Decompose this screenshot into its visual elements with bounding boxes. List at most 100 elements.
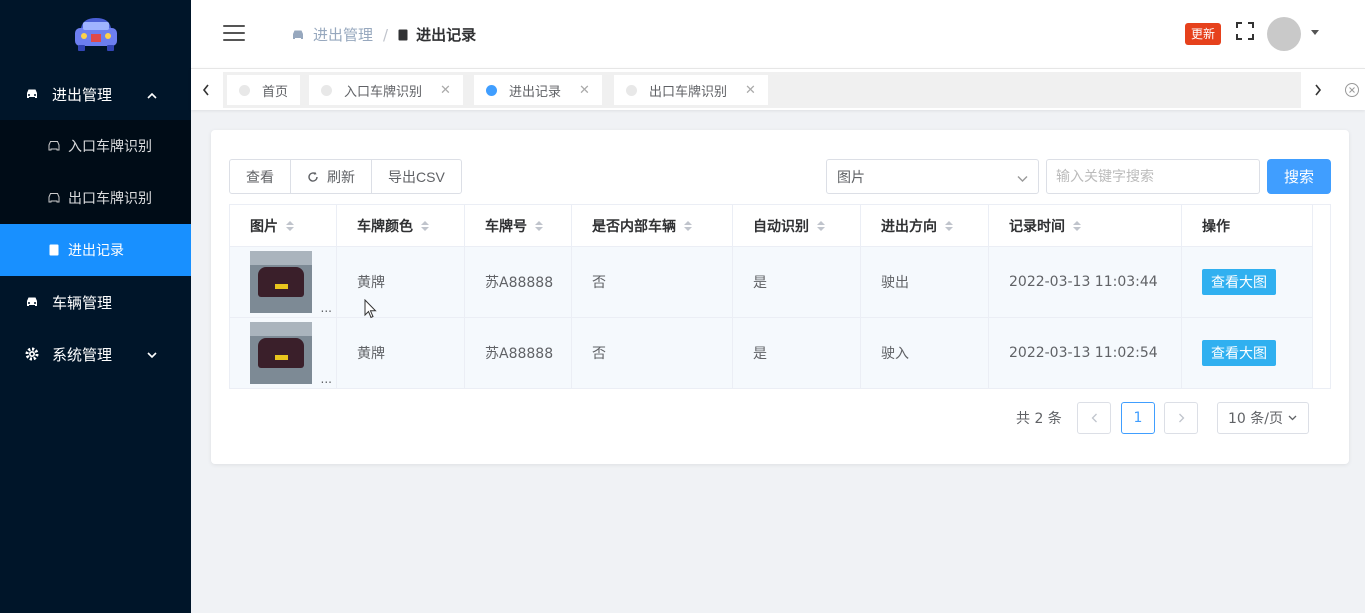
car-icon bbox=[46, 192, 62, 204]
close-icon[interactable]: ✕ bbox=[579, 83, 590, 98]
button-label: 查看 bbox=[246, 168, 274, 185]
breadcrumb-item-entry-exit-management[interactable]: 进出管理 bbox=[291, 24, 373, 45]
thumbnail-ellipsis: ... bbox=[320, 372, 332, 386]
sidebar-item-label: 车辆管理 bbox=[52, 293, 113, 312]
cell-auto-recognized: 是 bbox=[733, 318, 861, 388]
chevron-up-icon bbox=[147, 85, 157, 103]
close-icon[interactable]: ✕ bbox=[745, 83, 756, 98]
tag-dot bbox=[239, 84, 250, 96]
logo bbox=[0, 0, 191, 68]
tag-entry-plate-recognition[interactable]: 入口车牌识别 ✕ bbox=[309, 75, 463, 105]
scroll-right-icon[interactable] bbox=[1303, 69, 1333, 111]
column-header-actions: 操作 bbox=[1182, 205, 1313, 246]
submenu-entry-exit: 入口车牌识别 出口车牌识别 进出记录 bbox=[0, 120, 191, 276]
close-all-tags-icon[interactable] bbox=[1337, 69, 1365, 111]
select-value: 图片 bbox=[837, 169, 865, 186]
view-large-image-button[interactable]: 查看大图 bbox=[1202, 269, 1276, 295]
next-page-button[interactable] bbox=[1164, 402, 1198, 434]
vehicle-thumbnail[interactable] bbox=[250, 251, 312, 313]
tag-home[interactable]: 首页 bbox=[227, 75, 301, 105]
sort-icon[interactable] bbox=[945, 220, 953, 231]
vehicle-thumbnail[interactable] bbox=[250, 322, 312, 384]
cell-plate-color: 黄牌 bbox=[337, 318, 465, 388]
column-header-direction[interactable]: 进出方向 bbox=[861, 205, 989, 246]
chevron-left-icon bbox=[1091, 413, 1097, 423]
tag-label: 进出记录 bbox=[509, 84, 562, 100]
car-logo-icon bbox=[74, 18, 117, 51]
cell-actions: 查看大图 bbox=[1182, 247, 1313, 317]
cell-direction: 驶出 bbox=[861, 247, 989, 317]
sidebar-item-label: 出口车牌识别 bbox=[68, 191, 152, 207]
hamburger-menu-icon[interactable] bbox=[223, 25, 245, 41]
sort-icon[interactable] bbox=[421, 220, 429, 231]
sidebar-item-entry-exit-management[interactable]: 进出管理 bbox=[0, 68, 191, 120]
refresh-button[interactable]: 刷新 bbox=[290, 159, 372, 194]
update-button[interactable]: 更新 bbox=[1185, 23, 1222, 45]
column-header-auto-recognized[interactable]: 自动识别 bbox=[733, 205, 861, 246]
document-icon bbox=[398, 29, 408, 41]
scroll-left-icon[interactable] bbox=[191, 69, 221, 111]
cell-image: ... bbox=[230, 247, 337, 317]
export-csv-button[interactable]: 导出CSV bbox=[371, 159, 462, 194]
prev-page-button[interactable] bbox=[1077, 402, 1111, 434]
page-size-select[interactable]: 10 条/页 bbox=[1217, 402, 1309, 434]
cell-record-time: 2022-03-13 11:02:54 bbox=[989, 318, 1182, 388]
page-number-button[interactable]: 1 bbox=[1121, 402, 1155, 434]
sidebar-item-entry-plate-recognition[interactable]: 入口车牌识别 bbox=[0, 120, 191, 172]
search-button[interactable]: 搜索 bbox=[1267, 159, 1331, 194]
table-row: ... 黄牌 苏A88888 否 是 驶出 2022-03-13 11:03:4… bbox=[230, 247, 1313, 318]
chevron-right-icon bbox=[1178, 413, 1184, 423]
sidebar-item-system-management[interactable]: 系统管理 bbox=[0, 328, 191, 380]
column-label: 车牌号 bbox=[485, 218, 527, 235]
chevron-down-icon bbox=[147, 345, 157, 363]
breadcrumb: 进出管理 / 进出记录 bbox=[291, 24, 476, 45]
tags-view-bar: 首页 入口车牌识别 ✕ 进出记录 ✕ 出口车牌识别 ✕ bbox=[191, 68, 1365, 110]
car-icon bbox=[24, 296, 40, 308]
cell-plate-number: 苏A88888 bbox=[465, 247, 572, 317]
tag-exit-plate-recognition[interactable]: 出口车牌识别 ✕ bbox=[614, 75, 768, 105]
close-icon[interactable]: ✕ bbox=[440, 83, 451, 98]
sort-icon[interactable] bbox=[817, 220, 825, 231]
mouse-cursor-icon bbox=[364, 298, 378, 323]
fullscreen-icon[interactable] bbox=[1235, 21, 1255, 45]
tags-scroll-area: 首页 入口车牌识别 ✕ 进出记录 ✕ 出口车牌识别 ✕ bbox=[223, 72, 1301, 108]
car-icon bbox=[46, 140, 62, 152]
button-label: 搜索 bbox=[1283, 168, 1314, 186]
sidebar-item-entry-exit-records[interactable]: 进出记录 bbox=[0, 224, 191, 276]
cell-actions: 查看大图 bbox=[1182, 318, 1313, 388]
table-header-row: 图片 车牌颜色 车牌号 是否内部车辆 自动识别 进出方向 记录时间 操作 bbox=[230, 205, 1313, 247]
refresh-icon bbox=[307, 171, 319, 183]
breadcrumb-item-current: 进出记录 bbox=[398, 24, 476, 45]
view-button[interactable]: 查看 bbox=[229, 159, 291, 194]
tag-entry-exit-records[interactable]: 进出记录 ✕ bbox=[474, 75, 602, 105]
sidebar-item-exit-plate-recognition[interactable]: 出口车牌识别 bbox=[0, 172, 191, 224]
view-large-image-button[interactable]: 查看大图 bbox=[1202, 340, 1276, 366]
column-label: 进出方向 bbox=[881, 218, 937, 235]
tag-label: 出口车牌识别 bbox=[649, 84, 728, 100]
column-header-record-time[interactable]: 记录时间 bbox=[989, 205, 1182, 246]
sort-icon[interactable] bbox=[1073, 220, 1081, 231]
sort-icon[interactable] bbox=[684, 220, 692, 231]
table-row: ... 黄牌 苏A88888 否 是 驶入 2022-03-13 11:02:5… bbox=[230, 318, 1313, 388]
column-header-plate-color[interactable]: 车牌颜色 bbox=[337, 205, 465, 246]
car-icon bbox=[24, 88, 40, 100]
breadcrumb-label: 进出记录 bbox=[416, 26, 477, 44]
column-header-is-internal[interactable]: 是否内部车辆 bbox=[572, 205, 733, 246]
sidebar-item-vehicle-management[interactable]: 车辆管理 bbox=[0, 276, 191, 328]
cell-auto-recognized: 是 bbox=[733, 247, 861, 317]
toolbar-button-group: 查看 刷新 导出CSV bbox=[229, 159, 462, 194]
search-field-select[interactable]: 图片 bbox=[826, 159, 1039, 194]
chevron-down-icon bbox=[1288, 415, 1297, 421]
avatar[interactable] bbox=[1267, 17, 1301, 51]
table-scrollbar[interactable] bbox=[1312, 205, 1330, 388]
records-card: 查看 刷新 导出CSV 图片 搜索 图片 车牌颜色 车牌号 是否内部车辆 自动识… bbox=[211, 130, 1349, 464]
sort-icon[interactable] bbox=[286, 220, 294, 231]
column-label: 是否内部车辆 bbox=[592, 218, 676, 235]
column-header-plate-number[interactable]: 车牌号 bbox=[465, 205, 572, 246]
search-input[interactable] bbox=[1046, 159, 1260, 194]
records-table: 图片 车牌颜色 车牌号 是否内部车辆 自动识别 进出方向 记录时间 操作 ...… bbox=[229, 204, 1331, 389]
column-header-image[interactable]: 图片 bbox=[230, 205, 337, 246]
caret-down-icon[interactable] bbox=[1311, 30, 1319, 35]
column-label: 记录时间 bbox=[1009, 218, 1065, 235]
sort-icon[interactable] bbox=[535, 220, 543, 231]
